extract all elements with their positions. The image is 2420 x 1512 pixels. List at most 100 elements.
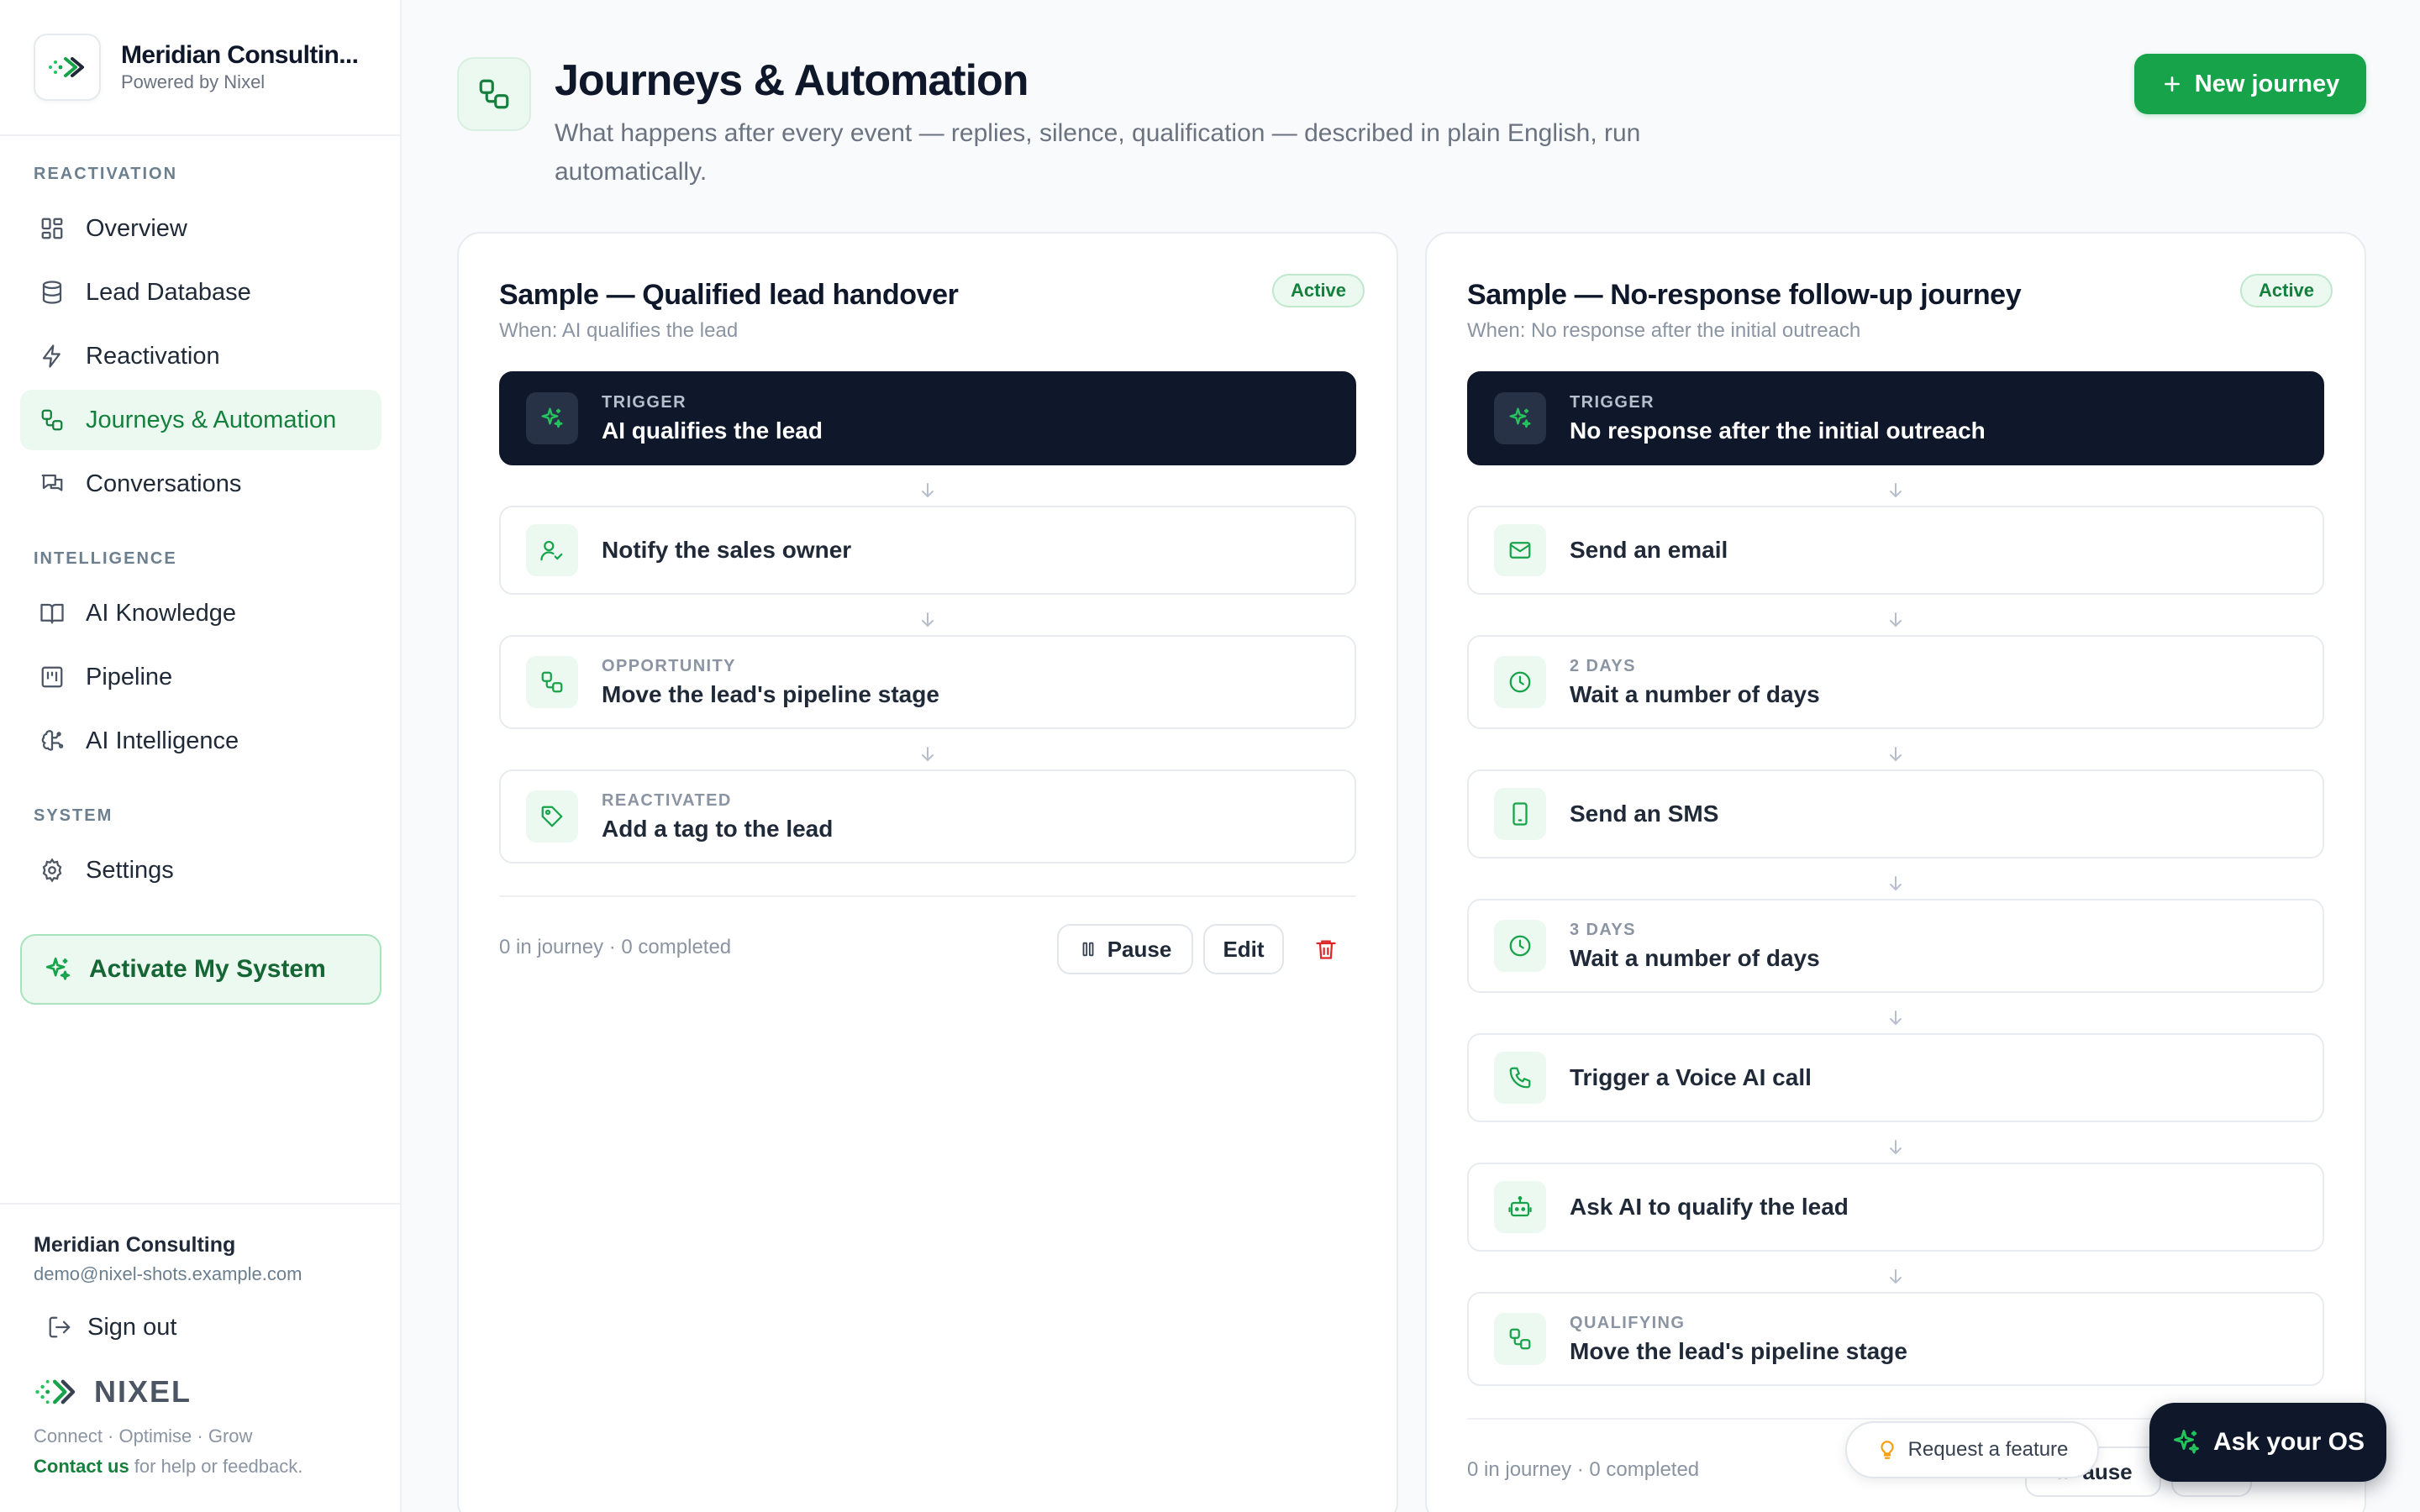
arrow-down-icon (1890, 612, 1902, 627)
sidebar-item-pipeline[interactable]: Pipeline (20, 647, 381, 707)
step-label: Ask AI to qualify the lead (1570, 1194, 1849, 1220)
kanban-icon (37, 662, 67, 692)
journey-stats: 0 in journey · 0 completed (499, 936, 732, 958)
edit-button[interactable]: Edit (1203, 924, 1284, 974)
sidebar-item-conversations[interactable]: Conversations (20, 454, 381, 514)
sidebar-divider (0, 134, 402, 136)
journey-title: Sample — No-response follow-up journey (1467, 279, 2022, 311)
contact-us-link[interactable]: Contact us (34, 1456, 129, 1477)
chat-icon (37, 469, 67, 499)
journey-when: When: AI qualifies the lead (499, 319, 739, 342)
journey-step[interactable]: Send an email (1467, 506, 2324, 595)
step-label: Move the lead's pipeline stage (1570, 1337, 1907, 1364)
arrow-down-icon (1890, 1269, 1902, 1284)
user-check-icon (526, 524, 578, 576)
activate-system-button[interactable]: Activate My System (20, 934, 381, 1005)
sidebar-item-ai-knowledge[interactable]: AI Knowledge (20, 583, 381, 643)
new-journey-button[interactable]: New journey (2134, 54, 2366, 114)
sidebar-item-overview[interactable]: Overview (20, 198, 381, 259)
activate-system-label: Activate My System (89, 955, 326, 983)
pause-button[interactable]: Pause (1057, 924, 1193, 974)
sidebar-item-label: Reactivation (86, 342, 220, 370)
sidebar-item-label: Journeys & Automation (86, 406, 337, 433)
edit-label: Edit (1223, 936, 1265, 962)
step-label: Notify the sales owner (602, 537, 852, 563)
status-badge: Active (2240, 274, 2333, 307)
step-label: Add a tag to the lead (602, 815, 834, 842)
new-journey-label: New journey (2194, 70, 2340, 97)
arrow-down-icon (1890, 747, 1902, 762)
journey-step[interactable]: Trigger a Voice AI call (1467, 1033, 2324, 1122)
step-tag: OPPORTUNITY (602, 656, 736, 675)
journey-step-trigger[interactable]: TRIGGER AI qualifies the lead (499, 371, 1356, 465)
clock-icon (1494, 920, 1546, 972)
workflow-icon (526, 656, 578, 708)
step-label: Send an SMS (1570, 801, 1719, 827)
sidebar-divider (0, 1203, 402, 1205)
step-label: Wait a number of days (1570, 680, 1820, 707)
delete-button[interactable] (1307, 931, 1344, 968)
pause-icon (1079, 940, 1097, 958)
arrow-down-icon (922, 612, 934, 627)
journey-step[interactable]: 3 DAYS Wait a number of days (1467, 899, 2324, 993)
journey-step[interactable]: REACTIVATED Add a tag to the lead (499, 769, 1356, 864)
arrow-down-icon (922, 483, 934, 498)
journey-step-trigger[interactable]: TRIGGER No response after the initial ou… (1467, 371, 2324, 465)
page-description: What happens after every event — replies… (555, 119, 1641, 186)
nixel-logo: NIXEL (34, 1374, 192, 1410)
sidebar-item-ai-intelligence[interactable]: AI Intelligence (20, 711, 381, 771)
journey-step[interactable]: Notify the sales owner (499, 506, 1356, 595)
sign-out-button[interactable]: Sign out (34, 1304, 176, 1351)
zap-icon (37, 341, 67, 371)
request-feature-button[interactable]: Request a feature (1845, 1421, 2099, 1478)
sidebar-item-lead-database[interactable]: Lead Database (20, 262, 381, 323)
sidebar-item-label: AI Intelligence (86, 727, 239, 754)
page-icon (457, 57, 531, 131)
clock-icon (1494, 656, 1546, 708)
sidebar: Meridian Consultin... Powered by Nixel R… (0, 0, 402, 1512)
sidebar-item-reactivation[interactable]: Reactivation (20, 326, 381, 386)
brand[interactable]: Meridian Consultin... Powered by Nixel (34, 34, 365, 101)
workflow-icon (1494, 1313, 1546, 1365)
step-tag: TRIGGER (602, 392, 687, 412)
journey-step[interactable]: 2 DAYS Wait a number of days (1467, 635, 2324, 729)
journey-step[interactable]: Send an SMS (1467, 769, 2324, 858)
sidebar-item-label: Overview (86, 214, 187, 242)
step-label: Trigger a Voice AI call (1570, 1064, 1812, 1090)
sidebar-item-journeys-automation[interactable]: Journeys & Automation (20, 390, 381, 450)
journey-card: Sample — Qualified lead handover Active … (457, 232, 1398, 1512)
step-label: AI qualifies the lead (602, 417, 823, 444)
arrow-down-icon (1890, 1140, 1902, 1155)
phone-device-icon (1494, 788, 1546, 840)
logout-icon (47, 1315, 72, 1340)
step-tag: 2 DAYS (1570, 656, 1636, 675)
trash-icon (1314, 937, 1338, 961)
journey-step[interactable]: OPPORTUNITY Move the lead's pipeline sta… (499, 635, 1356, 729)
journey-step[interactable]: Ask AI to qualify the lead (1467, 1163, 2324, 1252)
ask-os-button[interactable]: Ask your OS (2149, 1403, 2386, 1482)
ask-os-label: Ask your OS (2212, 1428, 2365, 1456)
sidebar-item-label: Conversations (86, 470, 242, 497)
page-title: Journeys & Automation (555, 56, 1029, 105)
step-tag: REACTIVATED (602, 790, 732, 810)
bot-icon (1494, 1181, 1546, 1233)
phone-call-icon (1494, 1052, 1546, 1104)
section-label-intelligence: INTELLIGENCE (34, 549, 177, 568)
section-label-system: SYSTEM (34, 806, 113, 825)
sparkle-icon (44, 955, 72, 984)
contact-line: Contact us for help or feedback. (34, 1456, 302, 1478)
step-label: Wait a number of days (1570, 944, 1820, 971)
brand-logo (34, 34, 101, 101)
database-icon (37, 277, 67, 307)
journey-step[interactable]: QUALIFYING Move the lead's pipeline stag… (1467, 1292, 2324, 1386)
account-name: Meridian Consulting (34, 1233, 236, 1257)
step-label: No response after the initial outreach (1570, 417, 1986, 444)
arrow-down-icon (1890, 483, 1902, 498)
gear-icon (37, 855, 67, 885)
sidebar-item-settings[interactable]: Settings (20, 840, 381, 900)
step-label: Move the lead's pipeline stage (602, 680, 939, 707)
account-email: demo@nixel-shots.example.com (34, 1263, 302, 1284)
sidebar-item-label: Lead Database (86, 278, 251, 306)
pause-label: Pause (1107, 936, 1172, 962)
sidebar-item-label: AI Knowledge (86, 599, 236, 627)
